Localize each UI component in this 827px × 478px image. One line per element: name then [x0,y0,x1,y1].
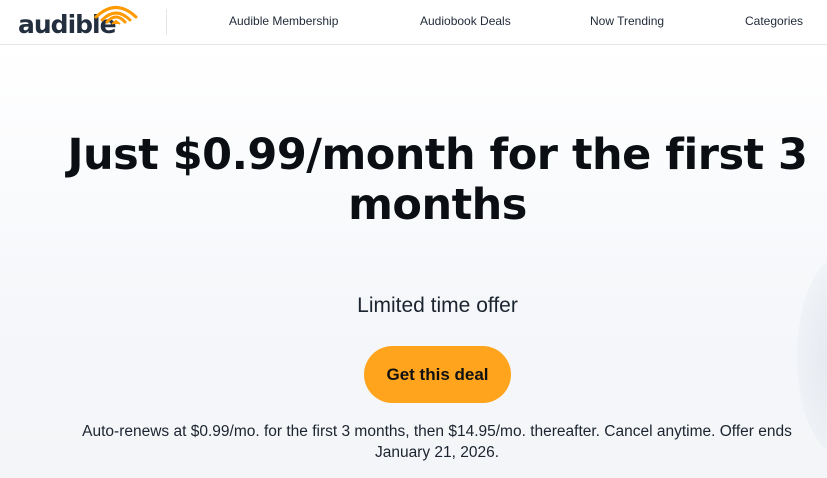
nav-audible-membership[interactable]: Audible Membership [229,14,338,28]
offer-subtitle: Limited time offer [357,294,518,317]
nav-audiobook-deals[interactable]: Audiobook Deals [420,14,511,28]
header-divider [166,9,167,35]
promo-hero [0,46,827,478]
nav-now-trending[interactable]: Now Trending [590,14,664,28]
get-deal-button[interactable]: Get this deal [364,346,511,403]
audible-signal-icon [94,6,138,25]
offer-terms: Auto-renews at $0.99/mo. for the first 3… [82,423,792,461]
top-navigation-bar: audible Audible Membership Audiobook Dea… [0,0,827,45]
nav-categories[interactable]: Categories [745,14,803,28]
audible-logo[interactable]: audible [18,2,138,40]
page-title: Just $0.99/month for the first 3 months [67,130,808,230]
